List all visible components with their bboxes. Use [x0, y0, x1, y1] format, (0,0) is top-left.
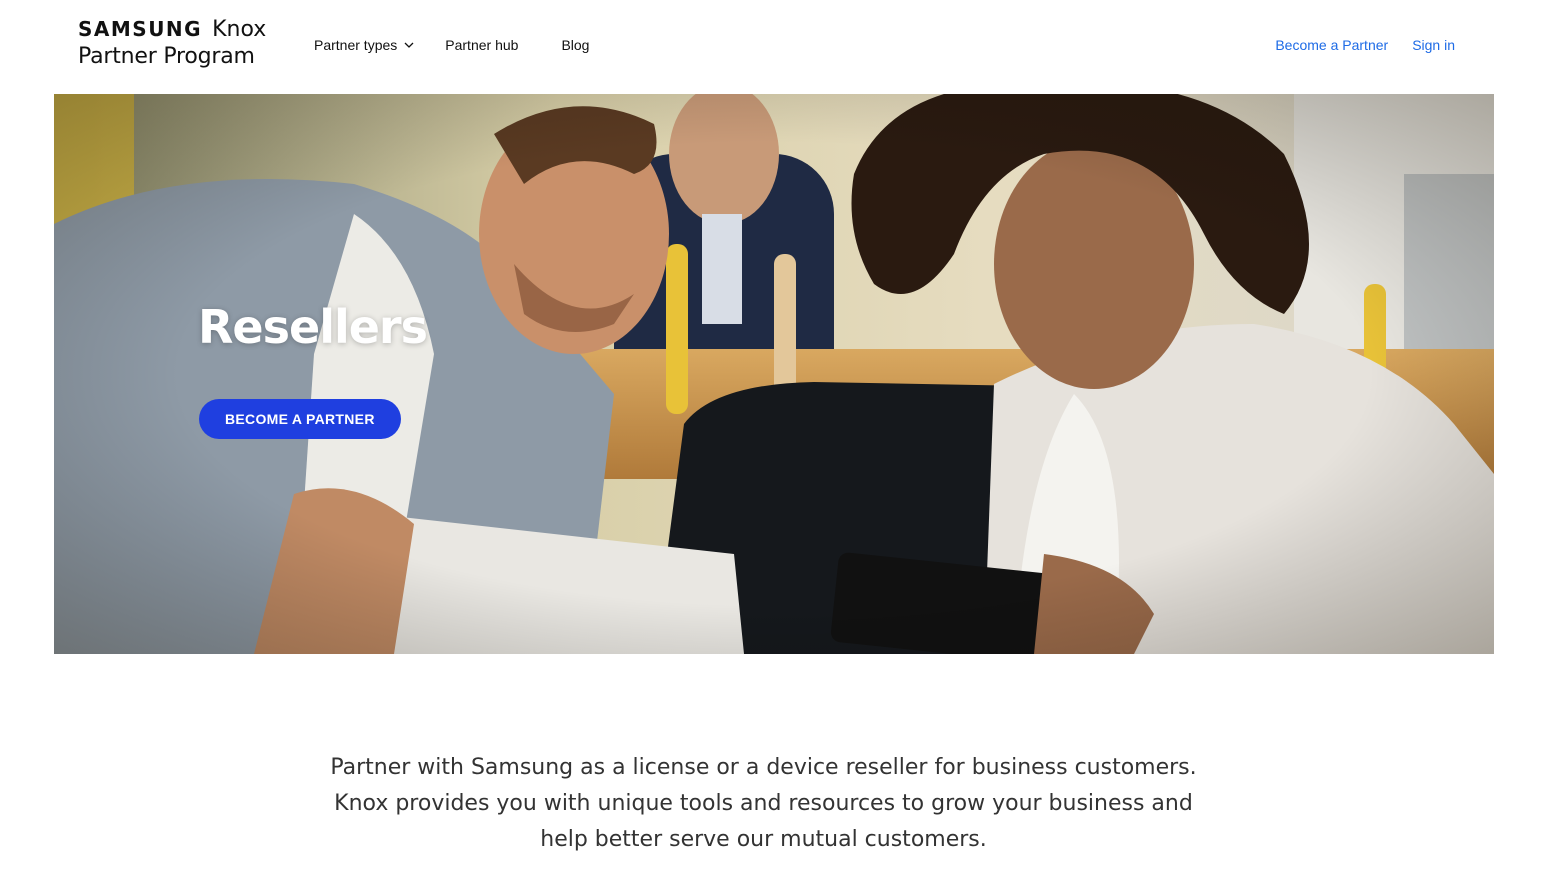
- hero-photo: [54, 94, 1494, 654]
- main-nav: Partner types Partner hub Blog: [314, 37, 589, 53]
- nav-partner-types-label: Partner types: [314, 37, 398, 53]
- nav-partner-hub-label: Partner hub: [445, 37, 519, 53]
- logo-brand: SAMSUNG: [78, 17, 203, 41]
- become-partner-link[interactable]: Become a Partner: [1275, 37, 1388, 53]
- nav-partner-hub[interactable]: Partner hub: [445, 37, 518, 53]
- become-a-partner-button[interactable]: BECOME A PARTNER: [199, 399, 401, 439]
- hero-title: Resellers: [198, 300, 428, 354]
- intro-paragraph: Partner with Samsung as a license or a d…: [0, 750, 1527, 858]
- intro-line-1: Partner with Samsung as a license or a d…: [330, 755, 1197, 780]
- intro-line-2: Knox provides you with unique tools and …: [334, 791, 1193, 816]
- nav-partner-types[interactable]: Partner types: [314, 37, 415, 53]
- chevron-down-icon: [403, 39, 415, 51]
- hero-banner: Resellers BECOME A PARTNER: [54, 94, 1494, 654]
- intro-line-3: help better serve our mutual customers.: [540, 827, 987, 852]
- nav-blog-label: Blog: [561, 37, 590, 53]
- site-header: SAMSUNG Knox Partner Program Partner typ…: [0, 0, 1557, 94]
- logo-product: Knox: [212, 17, 267, 42]
- nav-blog[interactable]: Blog: [561, 37, 589, 53]
- account-links: Become a Partner Sign in: [1275, 37, 1455, 53]
- sign-in-link[interactable]: Sign in: [1412, 37, 1455, 53]
- logo-subtitle: Partner Program: [78, 44, 255, 69]
- samsung-knox-logo[interactable]: SAMSUNG Knox Partner Program: [78, 17, 266, 72]
